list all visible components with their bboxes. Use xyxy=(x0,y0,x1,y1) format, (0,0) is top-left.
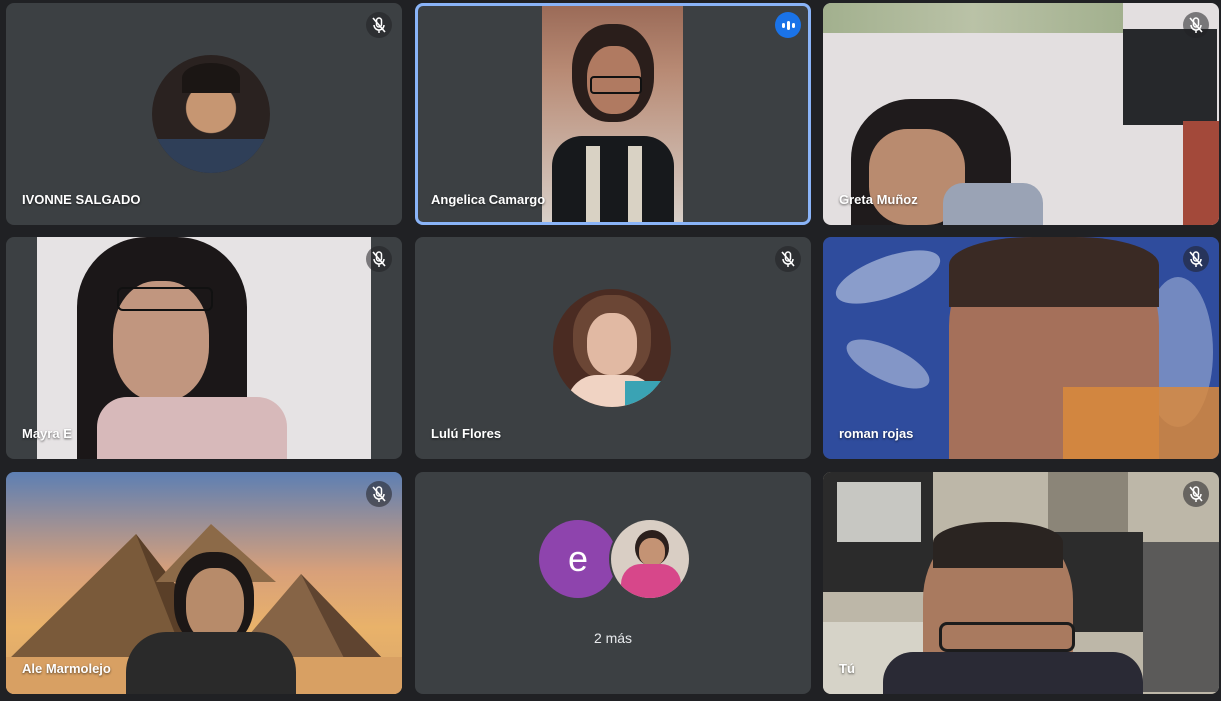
participant-tile-greta[interactable]: Greta Muñoz xyxy=(823,3,1219,225)
mic-off-icon xyxy=(366,481,392,507)
mic-off-icon xyxy=(1183,246,1209,272)
participant-name: Ale Marmolejo xyxy=(22,661,111,676)
participant-name: Tú xyxy=(839,661,855,676)
mic-off-icon xyxy=(775,246,801,272)
participant-tile-lulu[interactable]: Lulú Flores xyxy=(415,237,811,459)
participant-name: Mayra E xyxy=(22,426,72,441)
participant-video xyxy=(823,472,1219,694)
participant-video xyxy=(542,6,683,222)
participant-avatar xyxy=(611,520,689,598)
participant-name: IVONNE SALGADO xyxy=(22,192,141,207)
participant-tile-ale[interactable]: Ale Marmolejo xyxy=(6,472,402,694)
participant-tile-mayra[interactable]: Mayra E xyxy=(6,237,402,459)
participant-tile-self[interactable]: Tú xyxy=(823,472,1219,694)
participant-name: roman rojas xyxy=(839,426,914,441)
speaking-indicator-icon xyxy=(775,12,801,38)
more-participants-label: 2 más xyxy=(593,630,633,646)
participant-tile-roman[interactable]: roman rojas xyxy=(823,237,1219,459)
participant-name: Lulú Flores xyxy=(431,426,502,441)
mic-off-icon xyxy=(366,12,392,38)
participant-avatar xyxy=(152,55,270,173)
participant-tile-angelica[interactable]: Angelica Camargo xyxy=(415,3,811,225)
letter-avatar: e xyxy=(539,520,617,598)
mic-off-icon xyxy=(1183,12,1209,38)
participant-video xyxy=(37,237,371,459)
more-participants-tile[interactable]: e 2 más xyxy=(415,472,811,694)
mic-off-icon xyxy=(366,246,392,272)
participant-avatar xyxy=(553,289,671,407)
mic-off-icon xyxy=(1183,481,1209,507)
participant-name: Angelica Camargo xyxy=(431,192,546,207)
participant-tile-ivonne[interactable]: IVONNE SALGADO xyxy=(6,3,402,225)
participant-name: Greta Muñoz xyxy=(839,192,918,207)
